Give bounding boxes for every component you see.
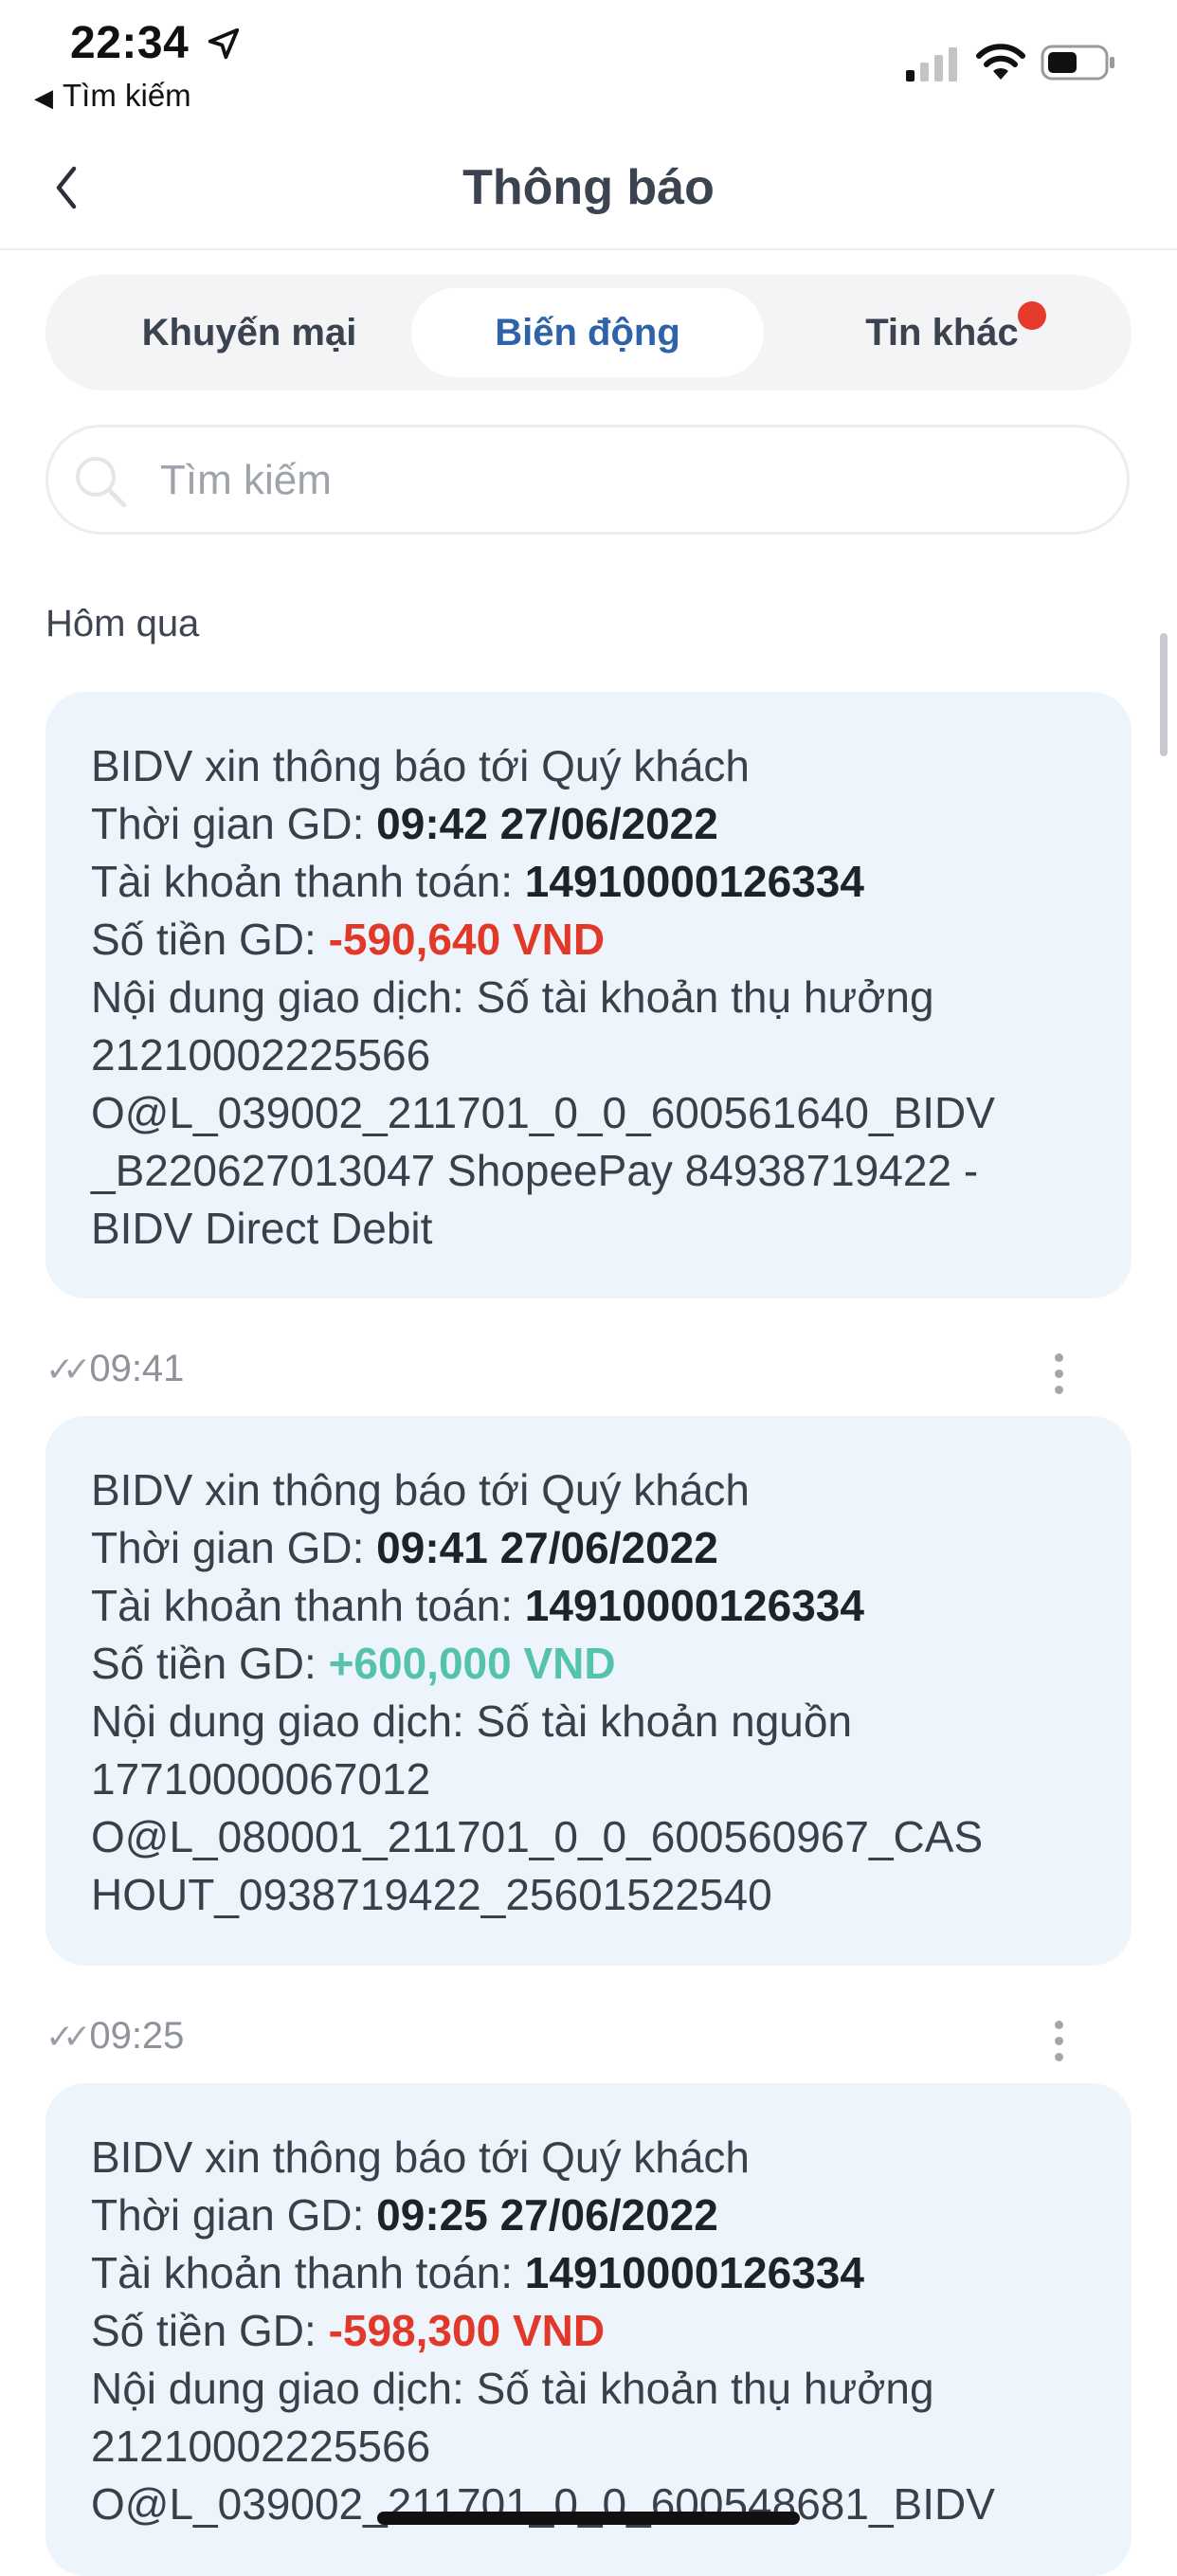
message-card[interactable]: BIDV xin thông báo tới Quý khách Thời gi… (45, 1416, 1132, 1966)
tab-transactions[interactable]: Biến động (411, 288, 764, 377)
transaction-time-row: Thời gian GD: 09:25 27/06/2022 (91, 2190, 718, 2240)
back-to-app-label: Tìm kiếm (63, 78, 191, 113)
back-triangle-icon: ◀ (34, 83, 53, 112)
header-divider (0, 248, 1177, 250)
tab-promotions[interactable]: Khuyến mại (74, 288, 425, 377)
date-group-label: Hôm qua (45, 603, 200, 644)
tab-bar: Khuyến mại Biến động Tin khác (45, 275, 1132, 390)
message-meta: ✓✓ 09:25 (45, 2015, 184, 2058)
more-options-icon[interactable] (1052, 2021, 1065, 2069)
unread-badge (1018, 301, 1046, 330)
message-title: BIDV xin thông báo tới Quý khách (91, 741, 750, 790)
search-input[interactable] (158, 446, 1091, 515)
transaction-time-row: Thời gian GD: 09:42 27/06/2022 (91, 799, 718, 848)
account-row: Tài khoản thanh toán: 14910000126334 (91, 2248, 864, 2297)
content-line: O@L_080001_211701_0_0_600560967_CAS (91, 1812, 984, 1861)
amount-negative: -598,300 VND (328, 2306, 606, 2355)
message-time: 09:25 (89, 2015, 185, 2057)
content-line: HOUT_0938719422_25601522540 (91, 1870, 772, 1919)
tab-other-news[interactable]: Tin khác (781, 288, 1103, 377)
scrollbar[interactable] (1160, 633, 1168, 756)
content-row: Nội dung giao dịch: Số tài khoản thụ hưở… (91, 972, 934, 1022)
double-check-icon: ✓✓ (45, 1350, 91, 1388)
amount-row: Số tiền GD: +600,000 VND (91, 1639, 616, 1688)
message-title: BIDV xin thông báo tới Quý khách (91, 2132, 750, 2182)
transaction-time-row: Thời gian GD: 09:41 27/06/2022 (91, 1523, 718, 1572)
content-line: 21210002225566 (91, 2422, 431, 2471)
more-options-icon[interactable] (1052, 1353, 1065, 1402)
amount-row: Số tiền GD: -590,640 VND (91, 915, 606, 964)
content-row: Nội dung giao dịch: Số tài khoản thụ hưở… (91, 2364, 934, 2413)
account-row: Tài khoản thanh toán: 14910000126334 (91, 857, 864, 906)
message-title: BIDV xin thông báo tới Quý khách (91, 1465, 750, 1515)
amount-row: Số tiền GD: -598,300 VND (91, 2306, 606, 2355)
message-time: 09:41 (89, 1348, 185, 1389)
cellular-signal-icon (906, 47, 957, 82)
battery-icon (1041, 45, 1114, 81)
amount-positive: +600,000 VND (328, 1639, 616, 1688)
account-row: Tài khoản thanh toán: 14910000126334 (91, 1581, 864, 1630)
content-line: 21210002225566 (91, 1030, 431, 1079)
double-check-icon: ✓✓ (45, 2017, 91, 2056)
home-indicator (377, 2512, 800, 2525)
content-row: Nội dung giao dịch: Số tài khoản nguồn (91, 1696, 853, 1746)
content-line: O@L_039002_211701_0_0_600561640_BIDV (91, 1088, 995, 1137)
message-meta: ✓✓ 09:41 (45, 1348, 184, 1390)
search-box[interactable] (45, 425, 1130, 535)
content-line: _B220627013047 ShopeePay 84938719422 - (91, 1146, 979, 1195)
back-to-app-link[interactable]: ◀ Tìm kiếm (34, 78, 191, 114)
message-card[interactable]: BIDV xin thông báo tới Quý khách Thời gi… (45, 692, 1132, 1298)
page-title: Thông báo (462, 160, 715, 215)
search-icon (76, 457, 127, 508)
content-line: 17710000067012 (91, 1754, 431, 1804)
message-card[interactable]: BIDV xin thông báo tới Quý khách Thời gi… (45, 2083, 1132, 2576)
amount-negative: -590,640 VND (328, 915, 606, 964)
content-line: BIDV Direct Debit (91, 1204, 433, 1253)
status-time: 22:34 (70, 17, 242, 69)
wifi-icon (976, 44, 1025, 80)
location-arrow-icon (208, 27, 240, 60)
